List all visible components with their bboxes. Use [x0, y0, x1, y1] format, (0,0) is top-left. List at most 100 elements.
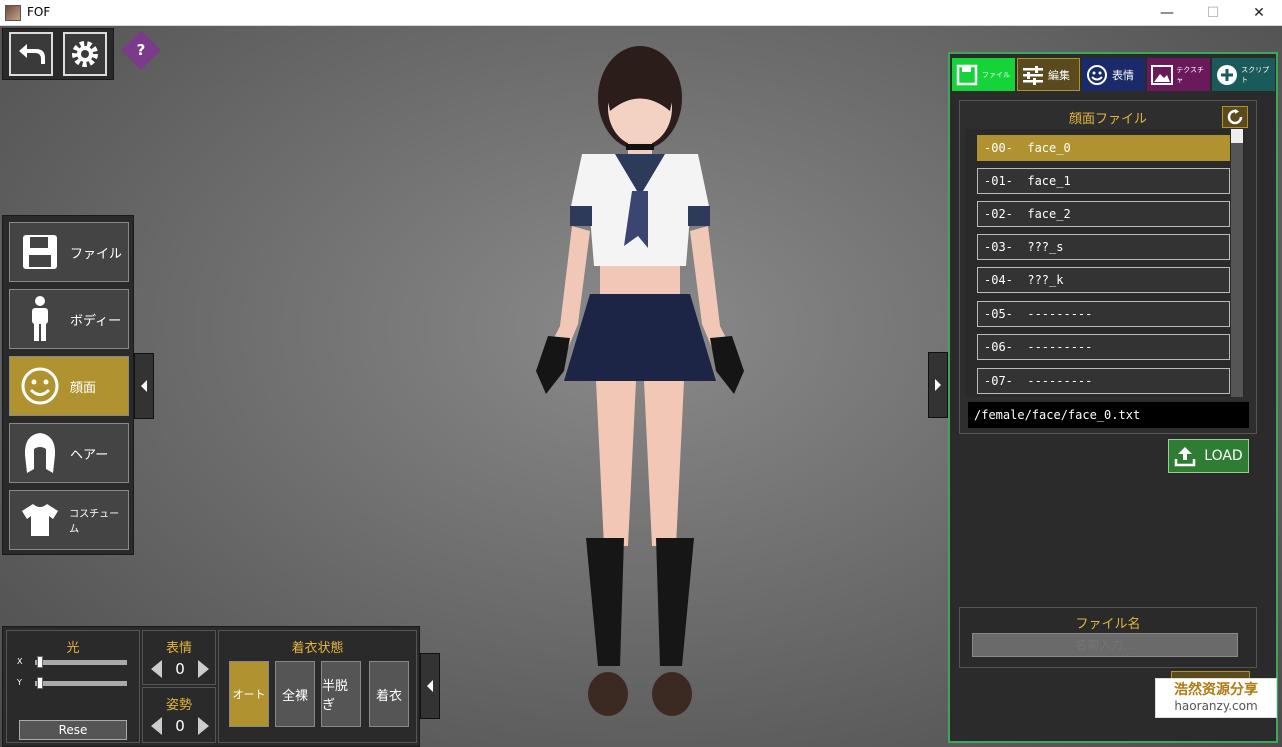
help-icon: ?	[136, 41, 146, 59]
filename-input[interactable]	[972, 633, 1238, 657]
tab-edit[interactable]: 編集	[1017, 58, 1080, 91]
increment-arrow-icon[interactable]	[198, 660, 209, 678]
decrement-arrow-icon[interactable]	[151, 717, 162, 735]
clothing-state-panel: 着衣状態 オート 全裸 半脱ぎ 着衣	[218, 630, 417, 743]
menu-item-label: コスチューム	[69, 509, 120, 535]
settings-button[interactable]	[63, 32, 107, 76]
tab-label: 表情	[1112, 68, 1134, 82]
face-file-list: -00- face_0 -01- face_1 -02- face_2 -03-…	[965, 129, 1245, 397]
minimize-button[interactable]: —	[1144, 0, 1190, 26]
file-row-05[interactable]: -05- ---------	[977, 301, 1230, 327]
menu-item-file[interactable]: ファイル	[9, 222, 129, 282]
menu-item-label: 顔面	[70, 380, 97, 396]
scrollbar-thumb[interactable]	[1231, 129, 1243, 143]
filename-panel: ファイル名	[959, 607, 1257, 668]
tab-label: 編集	[1048, 68, 1070, 82]
menu-item-face[interactable]: 顔面	[9, 356, 129, 416]
pose-value: 0	[175, 717, 185, 735]
menu-item-label: ファイル	[70, 246, 123, 262]
tab-expression[interactable]: 表情	[1082, 58, 1145, 91]
clothing-state-title: 着衣状態	[291, 641, 344, 656]
face-file-title: 顔面ファイル	[1068, 112, 1147, 127]
clothing-state-auto[interactable]: オート	[229, 661, 269, 727]
menu-item-body[interactable]: ボディー	[9, 289, 129, 349]
undo-arrow-icon	[19, 44, 45, 64]
file-row-00[interactable]: -00- face_0	[977, 135, 1230, 161]
bottom-controls: 光 X Y Rese 表情 0 姿勢 0 着衣状態 オート 全裸 半脱ぎ 着衣	[2, 626, 420, 747]
filename-title: ファイル名	[1075, 617, 1141, 632]
file-list-scrollbar[interactable]	[1231, 129, 1243, 397]
tab-file[interactable]: ファイル	[952, 58, 1015, 91]
plus-circle-icon	[1216, 64, 1237, 85]
expression-stepper: 0	[151, 660, 209, 678]
hair-icon	[24, 433, 56, 473]
top-toolbar	[2, 28, 114, 80]
file-row-03[interactable]: -03- ???_s	[977, 234, 1230, 260]
tab-label: ファイル	[982, 70, 1010, 79]
sliders-icon	[1023, 65, 1043, 85]
upload-icon	[1175, 447, 1196, 467]
smiley-icon	[21, 367, 59, 405]
help-button[interactable]: ?	[121, 30, 161, 70]
light-panel: 光 X Y Rese	[6, 630, 140, 743]
light-x-label: X	[17, 657, 23, 666]
app-icon	[5, 5, 21, 21]
character-model	[536, 46, 744, 716]
chevron-right-icon	[935, 379, 941, 391]
pose-title: 姿勢	[165, 698, 192, 713]
file-row-07[interactable]: -07- ---------	[977, 368, 1230, 394]
chevron-left-icon	[427, 680, 433, 692]
window-title: FOF	[27, 5, 51, 19]
pose-panel: 姿勢 0	[142, 687, 216, 743]
clothing-state-dressed[interactable]: 着衣	[369, 661, 409, 727]
tab-label: テクスチャ	[1176, 65, 1204, 84]
expression-title: 表情	[165, 641, 192, 656]
decrement-arrow-icon[interactable]	[151, 660, 162, 678]
clothing-state-nude[interactable]: 全裸	[275, 661, 315, 727]
light-y-label: Y	[17, 678, 22, 687]
tab-texture[interactable]: テクスチャ	[1147, 58, 1210, 91]
chevron-left-icon	[141, 380, 147, 392]
clothing-state-half[interactable]: 半脱ぎ	[321, 661, 361, 727]
tab-script[interactable]: スクリプト	[1212, 58, 1275, 91]
slider-handle[interactable]	[37, 677, 43, 689]
light-y-slider[interactable]	[35, 677, 127, 689]
file-row-02[interactable]: -02- face_2	[977, 201, 1230, 227]
menu-item-label: ヘアー	[70, 447, 109, 463]
close-button[interactable]: ✕	[1236, 0, 1282, 26]
window-titlebar: FOF — ☐ ✕	[0, 0, 1282, 26]
light-title: 光	[66, 641, 80, 656]
file-row-01[interactable]: -01- face_1	[977, 168, 1230, 194]
right-panel-collapse-toggle[interactable]	[928, 352, 948, 418]
left-menu-collapse-toggle[interactable]	[134, 353, 154, 419]
floppy-icon	[23, 235, 57, 269]
refresh-icon	[1227, 109, 1243, 125]
menu-item-hair[interactable]: ヘアー	[9, 423, 129, 483]
light-x-slider[interactable]	[35, 656, 127, 668]
back-button[interactable]	[9, 32, 53, 76]
gear-icon	[72, 41, 98, 67]
right-file-panel: ファイル 編集 表情 テクスチャ スクリプト 顔面ファイル -00- face_…	[948, 52, 1278, 743]
slider-handle[interactable]	[37, 656, 43, 668]
menu-item-costume[interactable]: コスチューム	[9, 490, 129, 550]
pose-stepper: 0	[151, 717, 209, 735]
light-reset-button[interactable]: Rese	[19, 720, 127, 740]
face-file-panel: 顔面ファイル -00- face_0 -01- face_1 -02- face…	[959, 100, 1257, 434]
load-button[interactable]: LOAD	[1168, 439, 1249, 473]
maximize-button[interactable]: ☐	[1190, 0, 1236, 26]
watermark-line2: haoranzy.com	[1174, 699, 1258, 713]
expression-value: 0	[175, 660, 185, 678]
bottom-panel-collapse-toggle[interactable]	[420, 653, 440, 719]
refresh-button[interactable]	[1222, 106, 1248, 128]
shirt-icon	[21, 504, 58, 536]
tab-label: スクリプト	[1241, 65, 1270, 84]
watermark-line1: 浩然资源分享	[1174, 682, 1258, 698]
file-row-04[interactable]: -04- ???_k	[977, 267, 1230, 293]
increment-arrow-icon[interactable]	[198, 717, 209, 735]
load-label: LOAD	[1204, 448, 1243, 464]
image-icon	[1150, 64, 1173, 85]
body-icon	[32, 296, 48, 341]
left-category-menu: ファイル ボディー 顔面 ヘアー コスチューム	[2, 215, 134, 555]
file-row-06[interactable]: -06- ---------	[977, 334, 1230, 360]
expression-panel: 表情 0	[142, 630, 216, 685]
